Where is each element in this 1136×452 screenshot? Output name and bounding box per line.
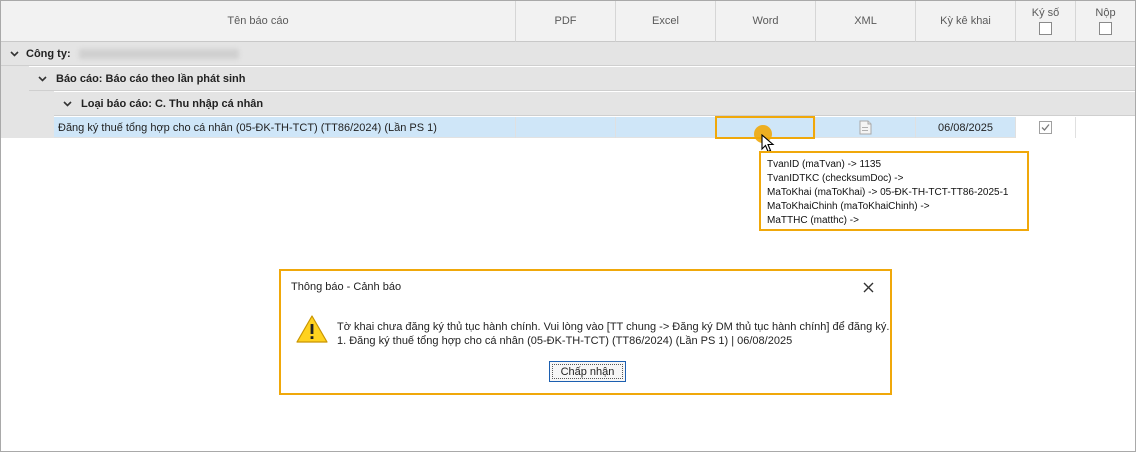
col-header-label: XML: [854, 15, 877, 27]
document-icon[interactable]: [859, 120, 872, 135]
select-all-signed-checkbox[interactable]: [1039, 22, 1052, 35]
dialog-message: Tờ khai chưa đăng ký thủ tục hành chính.…: [337, 320, 889, 348]
tooltip-line: MaToKhai (maToKhai) -> 05-ĐK-TH-TCT-TT86…: [767, 187, 1009, 198]
row-excel-cell[interactable]: [616, 117, 716, 138]
group-report-type[interactable]: Loại báo cáo: C. Thu nhập cá nhân: [54, 92, 1135, 116]
group-indent: [1, 66, 29, 138]
col-header-label: Nộp: [1095, 7, 1116, 19]
col-header-report-name[interactable]: Tên báo cáo: [1, 1, 516, 42]
dialog-message-line: Tờ khai chưa đăng ký thủ tục hành chính.…: [337, 321, 890, 333]
col-header-label: Ký số: [1031, 7, 1060, 19]
dialog-message-line: 1. Đăng ký thuế tổng hợp cho cá nhân (05…: [337, 335, 793, 347]
row-xml-cell[interactable]: [816, 117, 916, 138]
row-signed-checkbox[interactable]: [1039, 121, 1052, 134]
chevron-down-icon[interactable]: [59, 100, 75, 107]
chevron-down-icon[interactable]: [6, 50, 22, 57]
col-header-label: PDF: [554, 15, 577, 27]
col-header-label: Word: [752, 15, 779, 27]
row-period-text: 06/08/2025: [937, 121, 994, 134]
row-period-cell[interactable]: 06/08/2025: [916, 117, 1016, 138]
group-type-label: Loại báo cáo: C. Thu nhập cá nhân: [81, 97, 264, 110]
select-all-submit-checkbox[interactable]: [1099, 22, 1112, 35]
check-icon: [1041, 124, 1050, 131]
chevron-down-icon[interactable]: [34, 75, 50, 82]
row-submit-cell[interactable]: [1076, 117, 1135, 138]
col-header-period[interactable]: Kỳ kê khai: [916, 1, 1016, 42]
col-header-label: Kỳ kê khai: [940, 15, 991, 27]
col-header-word[interactable]: Word: [716, 1, 816, 42]
col-header-signed[interactable]: Ký số: [1016, 1, 1076, 42]
group-report[interactable]: Báo cáo: Báo cáo theo lần phát sinh: [29, 67, 1135, 91]
dialog-title: Thông báo - Cảnh báo: [291, 281, 402, 293]
row-report-name-text: Đăng ký thuế tổng hợp cho cá nhân (05-ĐK…: [58, 121, 437, 134]
report-grid: Tên báo cáo PDF Excel Word XML Kỳ kê kha…: [0, 0, 1136, 452]
col-header-excel[interactable]: Excel: [616, 1, 716, 42]
col-header-label: Excel: [652, 15, 679, 27]
group-indent: [29, 91, 54, 138]
group-company[interactable]: Công ty:: [1, 42, 1135, 66]
row-report-name[interactable]: Đăng ký thuế tổng hợp cho cá nhân (05-ĐK…: [54, 117, 516, 138]
close-icon[interactable]: [860, 279, 876, 295]
col-header-pdf[interactable]: PDF: [516, 1, 616, 42]
row-signed-cell[interactable]: [1016, 117, 1076, 138]
warning-icon: [296, 315, 328, 343]
company-name-redacted: [78, 48, 239, 59]
tooltip-line: TvanIDTKC (checksumDoc) ->: [767, 173, 904, 184]
group-report-label: Báo cáo: Báo cáo theo lần phát sinh: [56, 72, 246, 85]
col-header-submit[interactable]: Nộp: [1076, 1, 1135, 42]
accept-button[interactable]: Chấp nhận: [549, 361, 626, 382]
tooltip: TvanID (maTvan) -> 1135 TvanIDTKC (check…: [759, 151, 1029, 231]
row-pdf-cell[interactable]: [516, 117, 616, 138]
tooltip-line: MaToKhaiChinh (maToKhaiChinh) ->: [767, 201, 930, 212]
tooltip-line: TvanID (maTvan) -> 1135: [767, 159, 882, 170]
col-header-xml[interactable]: XML: [816, 1, 916, 42]
group-company-label: Công ty:: [26, 47, 71, 60]
col-header-label: Tên báo cáo: [227, 15, 289, 27]
tooltip-line: MaTTHC (matthc) ->: [767, 215, 859, 226]
warning-dialog: Thông báo - Cảnh báo Tờ khai chưa đăng k…: [279, 269, 892, 395]
